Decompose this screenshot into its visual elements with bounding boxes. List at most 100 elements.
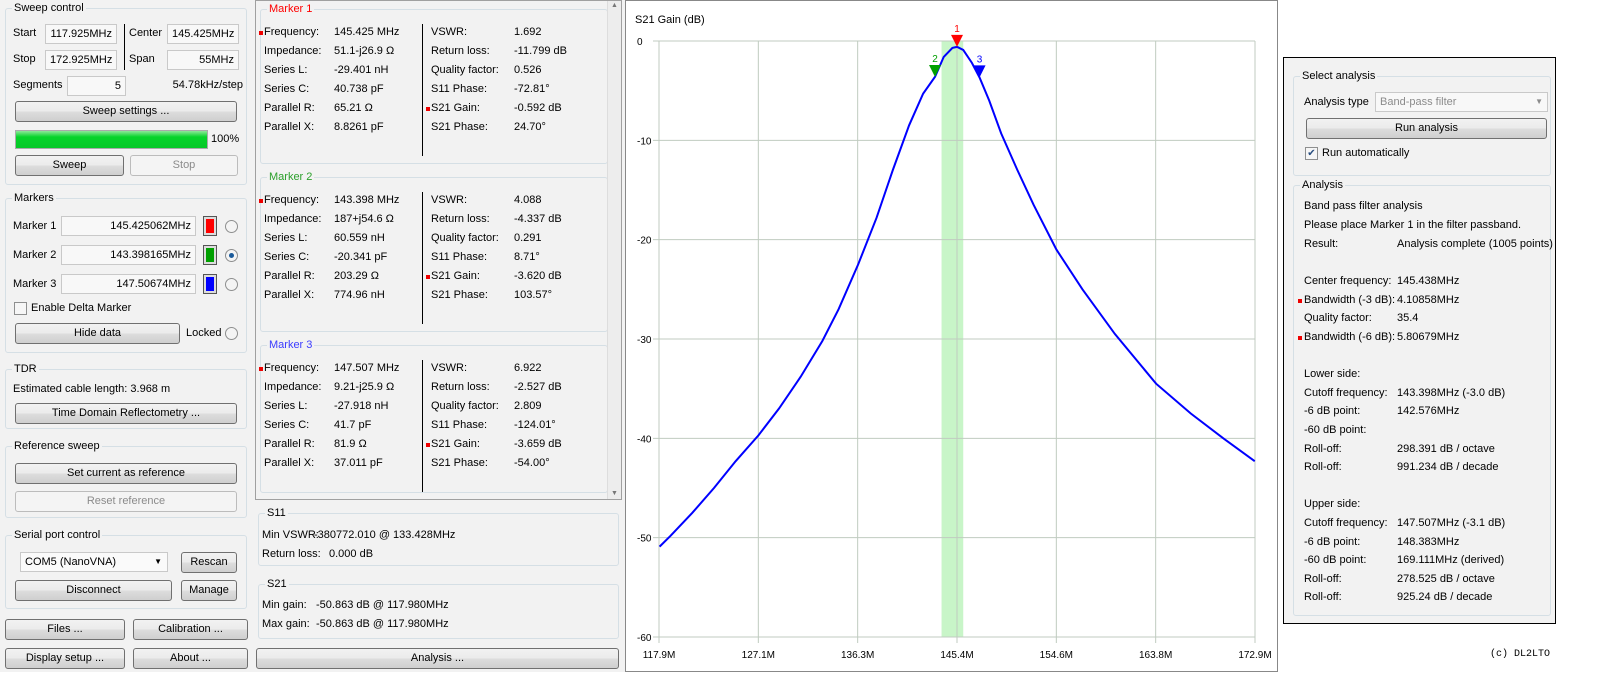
analysis-button[interactable]: Analysis ... bbox=[256, 648, 619, 669]
marker-data-label: VSWR: bbox=[431, 362, 468, 374]
marker-data-label: S21 Phase: bbox=[431, 121, 488, 133]
marker-color-button[interactable] bbox=[203, 216, 217, 236]
about-button[interactable]: About ... bbox=[133, 648, 248, 669]
marker-select-radio[interactable] bbox=[225, 278, 238, 291]
marker-data-label: S11 Phase: bbox=[431, 419, 488, 431]
marker-data-label: S21 Phase: bbox=[431, 289, 488, 301]
run-analysis-button[interactable]: Run analysis bbox=[1306, 118, 1547, 139]
marker-data-label: VSWR: bbox=[431, 194, 468, 206]
cable-length-text: Estimated cable length: 3.968 m bbox=[13, 383, 171, 395]
analysis-type-select[interactable]: Band-pass filter ▼ bbox=[1375, 92, 1548, 112]
marker-label: Marker 1 bbox=[13, 220, 57, 232]
scroll-down-icon[interactable]: ▼ bbox=[611, 490, 618, 497]
port-value: COM5 (NanoVNA) bbox=[25, 556, 117, 568]
marker-data-label: Series C: bbox=[264, 251, 310, 263]
analysis-row-value: 147.507MHz (-3.1 dB) bbox=[1397, 517, 1506, 529]
run-automatically-checkbox[interactable]: ✔ bbox=[1305, 147, 1318, 160]
analysis-row-label: Cutoff frequency: bbox=[1304, 386, 1388, 399]
y-tick-label: -40 bbox=[637, 434, 652, 445]
sweep-button[interactable]: Sweep bbox=[15, 155, 124, 176]
segments-input[interactable]: 5 bbox=[67, 76, 126, 96]
chevron-down-icon: ▼ bbox=[154, 557, 162, 566]
files-button[interactable]: Files ... bbox=[5, 619, 125, 640]
marker-data-label: Frequency: bbox=[264, 362, 320, 374]
marker-frequency-input[interactable]: 147.50674MHz bbox=[61, 274, 196, 294]
disconnect-button[interactable]: Disconnect bbox=[15, 580, 172, 601]
marker-data-value: 8.71° bbox=[514, 251, 540, 263]
marker-color-swatch bbox=[206, 277, 214, 291]
marker-select-radio[interactable] bbox=[225, 220, 238, 233]
marker-data-label: Series L: bbox=[264, 400, 308, 412]
marker-data-value: 9.21-j25.9 Ω bbox=[334, 381, 395, 393]
max-gain-label: Max gain: bbox=[262, 618, 310, 630]
calibration-button[interactable]: Calibration ... bbox=[133, 619, 248, 640]
min-gain-value: -50.863 dB @ 117.980MHz bbox=[316, 599, 449, 611]
span-input[interactable]: 55MHz bbox=[167, 50, 239, 70]
start-input[interactable]: 117.925MHz bbox=[45, 24, 117, 44]
locked-radio[interactable] bbox=[225, 327, 238, 340]
analysis-row-value: 148.383MHz bbox=[1397, 535, 1460, 548]
marker-data-scroll-area: Marker 1 Frequency: 145.425 MHz Impedance: 5… bbox=[255, 0, 622, 500]
marker-data-value: 40.738 pF bbox=[334, 83, 384, 95]
marker-data-label: Series L: bbox=[264, 232, 308, 244]
marker-data-value: 37.011 pF bbox=[334, 457, 383, 469]
highlight-marker bbox=[1298, 298, 1302, 303]
center-label: Center bbox=[129, 27, 163, 39]
tdr-button[interactable]: Time Domain Reflectometry ... bbox=[15, 403, 237, 424]
display-setup-button[interactable]: Display setup ... bbox=[5, 648, 125, 669]
delta-marker-checkbox[interactable] bbox=[14, 302, 27, 315]
set-reference-button[interactable]: Set current as reference bbox=[15, 463, 237, 484]
marker-data-value: 0.291 bbox=[514, 232, 542, 244]
marker-data-label: Frequency: bbox=[264, 194, 320, 206]
marker-data-label: Series C: bbox=[264, 83, 310, 95]
delta-marker-label: Enable Delta Marker bbox=[31, 302, 132, 314]
analysis-row-value: 278.525 dB / octave bbox=[1397, 572, 1495, 585]
marker-data-title: Marker 1 bbox=[267, 3, 315, 15]
manage-button[interactable]: Manage bbox=[181, 580, 237, 601]
marker-data-panel: Marker 1 Frequency: 145.425 MHz Impedance: 5… bbox=[252, 0, 625, 672]
locked-label: Locked bbox=[186, 327, 222, 339]
analysis-hint: Please place Marker 1 in the filter pass… bbox=[1304, 219, 1522, 231]
stop-button[interactable]: Stop bbox=[130, 155, 238, 176]
marker-data-title: Marker 2 bbox=[267, 171, 315, 183]
marker-select-radio[interactable] bbox=[225, 249, 238, 262]
marker-data-label: Quality factor: bbox=[431, 64, 499, 76]
center-input[interactable]: 145.425MHz bbox=[167, 24, 239, 44]
analysis-row-label: Lower side: bbox=[1304, 368, 1361, 381]
marker-label: 2 bbox=[932, 54, 938, 65]
marker-data-value: 8.8261 pF bbox=[334, 121, 384, 133]
marker-data-value: 60.559 nH bbox=[334, 232, 385, 244]
segments-label: Segments bbox=[13, 79, 63, 91]
group-title: Select analysis bbox=[1300, 70, 1378, 82]
min-gain-label: Min gain: bbox=[262, 599, 307, 611]
reset-reference-button[interactable]: Reset reference bbox=[15, 491, 237, 512]
marker-data-label: Parallel X: bbox=[264, 457, 315, 469]
marker-data-label: Return loss: bbox=[431, 213, 490, 225]
port-select[interactable]: COM5 (NanoVNA) ▼ bbox=[20, 552, 168, 572]
marker-frequency-input[interactable]: 145.425062MHz bbox=[61, 216, 196, 236]
analysis-row-value: 35.4 bbox=[1397, 312, 1419, 325]
rescan-button[interactable]: Rescan bbox=[181, 552, 237, 573]
highlight-marker bbox=[259, 199, 263, 203]
marker-data-label: Impedance: bbox=[264, 381, 322, 393]
return-loss-label: Return loss: bbox=[262, 548, 321, 560]
x-tick-label: 172.9M bbox=[1238, 650, 1271, 661]
marker-frequency-input[interactable]: 143.398165MHz bbox=[61, 245, 196, 265]
sweep-settings-button[interactable]: Sweep settings ... bbox=[15, 101, 237, 122]
marker-data-label: Parallel X: bbox=[264, 289, 315, 301]
scroll-up-icon[interactable]: ▲ bbox=[611, 2, 618, 9]
marker-data-value: -3.620 dB bbox=[514, 270, 562, 282]
analysis-row-label: Roll-off: bbox=[1304, 442, 1342, 455]
stop-input[interactable]: 172.925MHz bbox=[45, 50, 117, 70]
scrollbar[interactable]: ▲ ▼ bbox=[607, 1, 621, 499]
max-gain-value: -50.863 dB @ 117.980MHz bbox=[316, 618, 449, 630]
progress-fill bbox=[16, 131, 207, 148]
analysis-row-label: Result: bbox=[1304, 238, 1339, 250]
group-title: Markers bbox=[12, 192, 56, 204]
chart-panel: S21 Gain (dB) 0 -10 -20 -30 -40 -50 -60 117.9M 12… bbox=[625, 0, 1278, 672]
hide-data-button[interactable]: Hide data bbox=[15, 323, 180, 344]
analysis-row-label: Bandwidth (-3 dB): bbox=[1304, 293, 1396, 306]
marker-color-button[interactable] bbox=[203, 245, 217, 265]
analysis-row-label: Cutoff frequency: bbox=[1304, 517, 1388, 529]
marker-color-button[interactable] bbox=[203, 274, 217, 294]
